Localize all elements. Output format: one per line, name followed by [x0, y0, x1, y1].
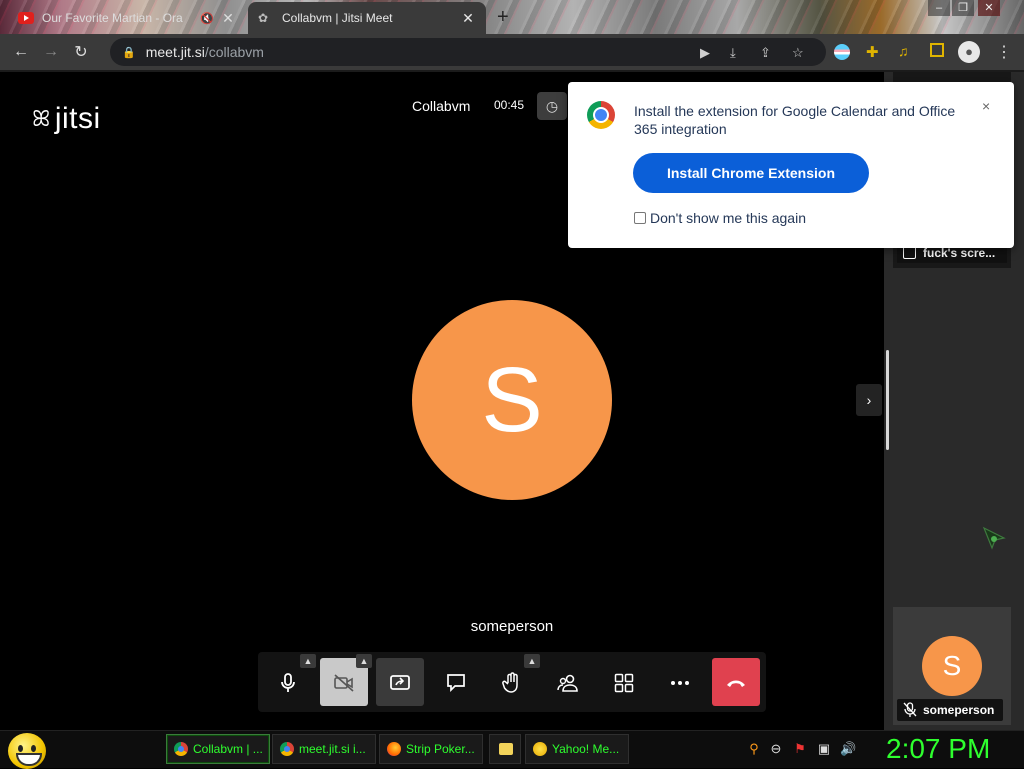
taskbar-item-label: Yahoo! Me...: [552, 742, 620, 756]
yahoo-messenger-icon: [533, 742, 547, 756]
share-icon[interactable]: ⇪: [760, 45, 771, 61]
mic-options-chevron-up-icon[interactable]: ▲: [300, 654, 316, 668]
meeting-toolbox: ▲ ▲ ▲: [258, 652, 766, 712]
chat-button[interactable]: [432, 658, 480, 706]
jitsi-logo-text: jitsi: [54, 102, 101, 135]
chrome-logo-icon: [587, 101, 615, 129]
participant-thumbnail-avatar: S: [922, 636, 982, 696]
reactions-chevron-up-icon[interactable]: ▲: [524, 654, 540, 668]
tile-view-button[interactable]: [600, 658, 648, 706]
mouse-cursor-icon: [982, 526, 1006, 550]
share-screen-button[interactable]: [376, 658, 424, 706]
conference-timer: 00:45: [494, 98, 525, 112]
jitsi-logo-icon: ꕤ: [32, 106, 51, 131]
install-app-icon[interactable]: ⤓: [730, 45, 736, 61]
close-tab-icon[interactable]: ✕: [220, 10, 236, 27]
participants-button[interactable]: [544, 658, 592, 706]
main-participant-avatar: S: [412, 300, 612, 500]
url-text: meet.jit.si/collabvm: [145, 44, 264, 60]
kebab-menu-icon[interactable]: ⋮: [996, 42, 1012, 62]
browser-toolbar: ← → ↻ 🔒 meet.jit.si/collabvm ▶ ⤓ ⇪ ☆ ✚ ♫…: [0, 34, 1024, 70]
media-control-icon[interactable]: ♫: [898, 43, 909, 59]
conference-name: Collabvm: [412, 98, 471, 114]
firefox-icon: [387, 742, 401, 756]
flag-tray-icon[interactable]: ⚑: [792, 741, 808, 757]
taskbar: Collabvm | ... meet.jit.si i... Strip Po…: [0, 730, 1024, 769]
back-arrow-icon[interactable]: ←: [6, 43, 36, 61]
new-tab-button[interactable]: +: [497, 6, 509, 29]
extensions-puzzle-icon[interactable]: ✚: [866, 43, 879, 61]
filmstrip-scrollbar[interactable]: [886, 350, 889, 450]
taskbar-item-jitsi[interactable]: meet.jit.si i...: [272, 734, 376, 764]
bookmark-star-icon[interactable]: ☆: [792, 45, 804, 61]
side-panel-icon[interactable]: [930, 43, 944, 57]
popup-close-icon[interactable]: ×: [982, 98, 990, 114]
network-tray-icon[interactable]: ▣: [816, 741, 832, 757]
dont-show-again-label[interactable]: Don't show me this again: [650, 210, 806, 226]
status-tray-icon[interactable]: ⊖: [768, 741, 784, 757]
forward-arrow-icon[interactable]: →: [36, 43, 66, 61]
tab-title: Collabvm | Jitsi Meet: [282, 11, 393, 25]
taskbar-item-yahoo[interactable]: Yahoo! Me...: [525, 734, 629, 764]
tab-jitsi[interactable]: ✿ Collabvm | Jitsi Meet ✕: [248, 2, 486, 34]
camera-options-chevron-up-icon[interactable]: ▲: [356, 654, 372, 668]
search-tray-icon[interactable]: ⚲: [746, 741, 762, 757]
taskbar-item-label: meet.jit.si i...: [299, 742, 366, 756]
tab-title: Our Favorite Martian - Ora: [42, 11, 183, 25]
performance-gauge-icon[interactable]: ◷: [537, 92, 567, 120]
address-bar[interactable]: 🔒 meet.jit.si/collabvm ▶ ⤓ ⇪ ☆: [110, 38, 826, 66]
mic-muted-icon: [903, 702, 917, 717]
dont-show-again-checkbox[interactable]: [634, 212, 646, 224]
extension-install-popup: Install the extension for Google Calenda…: [568, 82, 1014, 248]
main-participant-name: someperson: [470, 618, 554, 635]
popup-message: Install the extension for Google Calenda…: [634, 103, 956, 137]
chrome-icon: [174, 742, 188, 756]
maximize-icon[interactable]: ❐: [952, 0, 974, 16]
profile-flag-icon[interactable]: [834, 44, 850, 60]
camera-in-use-icon[interactable]: ▶: [700, 45, 710, 61]
lock-icon[interactable]: 🔒: [122, 46, 136, 59]
youtube-icon: [18, 12, 34, 24]
start-button-smiley-icon[interactable]: [8, 733, 46, 769]
install-extension-button[interactable]: Install Chrome Extension: [633, 153, 869, 193]
profile-avatar-icon[interactable]: ●: [958, 41, 980, 63]
minimize-icon[interactable]: ‒: [928, 0, 950, 16]
taskbar-clock[interactable]: 2:07 PM: [886, 733, 990, 765]
close-tab-icon[interactable]: ✕: [460, 10, 476, 27]
taskbar-item-label: Strip Poker...: [406, 742, 475, 756]
taskbar-item-label: Collabvm | ...: [193, 742, 263, 756]
chrome-icon: [280, 742, 294, 756]
reload-icon[interactable]: ↻: [66, 42, 96, 62]
close-window-icon[interactable]: ✕: [978, 0, 1000, 16]
filmstrip-toggle-chevron-icon[interactable]: ›: [856, 384, 882, 416]
volume-tray-icon[interactable]: 🔊: [840, 741, 856, 757]
taskbar-item-strip-poker[interactable]: Strip Poker...: [379, 734, 483, 764]
more-options-button[interactable]: [656, 658, 704, 706]
jitsi-logo[interactable]: ꕤ jitsi: [32, 102, 101, 136]
taskbar-folder-icon[interactable]: [489, 734, 521, 764]
taskbar-item-collabvm[interactable]: Collabvm | ...: [166, 734, 270, 764]
hangup-button[interactable]: [712, 658, 760, 706]
browser-tab-strip: Our Favorite Martian - Ora 🔇 ✕ ✿ Collabv…: [0, 0, 1024, 34]
tab-youtube[interactable]: Our Favorite Martian - Ora 🔇 ✕: [8, 2, 246, 34]
speaker-muted-icon[interactable]: 🔇: [200, 12, 214, 25]
jitsi-favicon: ✿: [258, 11, 269, 25]
